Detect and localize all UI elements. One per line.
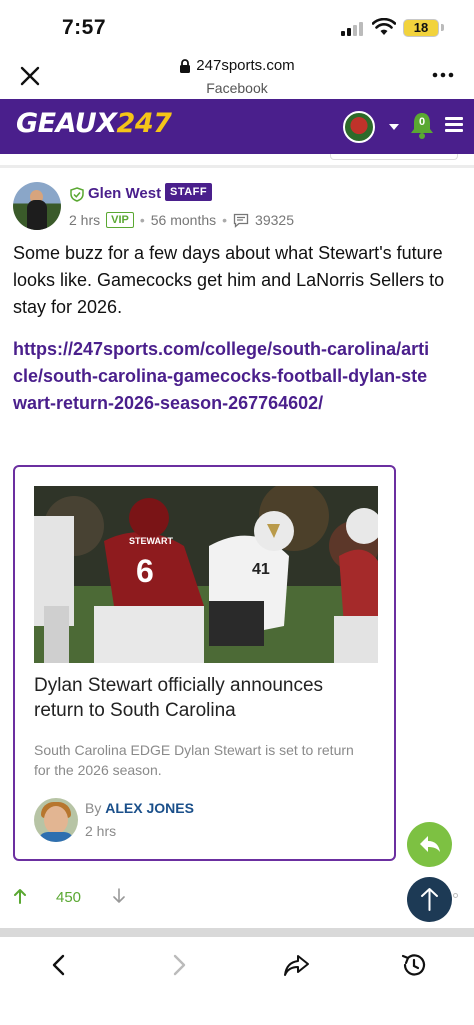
shield-icon: [70, 187, 84, 202]
status-bar: 7:57 18: [0, 0, 474, 52]
article-byline: By ALEX JONES: [85, 800, 194, 816]
browser-toolbar: [0, 937, 474, 1025]
battery-nub: [441, 24, 444, 31]
section-divider: [0, 928, 474, 937]
lock-icon: [180, 58, 191, 73]
post-link[interactable]: https://247sports.com/college/south-caro…: [13, 336, 433, 417]
article-image[interactable]: STEWART 6 41: [34, 486, 378, 663]
comment-icon: [233, 213, 249, 228]
jersey-name: STEWART: [129, 536, 174, 546]
separator-dot: •: [222, 212, 228, 228]
back-icon[interactable]: [45, 951, 73, 979]
jersey-number: 6: [136, 553, 154, 589]
forward-icon[interactable]: [165, 951, 193, 979]
downvote-icon[interactable]: [112, 888, 126, 904]
article-card[interactable]: STEWART 6 41 Dylan Stewart officially an…: [13, 465, 396, 861]
article-author[interactable]: ALEX JONES: [105, 800, 194, 816]
article-description: South Carolina EDGE Dylan Stewart is set…: [34, 742, 354, 778]
article-time: 2 hrs: [85, 823, 117, 839]
battery-level: 18: [413, 20, 429, 35]
user-avatar[interactable]: [343, 111, 375, 143]
browser-header: 247sports.com Facebook: [0, 52, 474, 99]
menu-icon[interactable]: [445, 117, 463, 133]
vip-badge: VIP: [106, 212, 134, 228]
site-logo[interactable]: GEAUX247: [16, 108, 172, 139]
url-source: Facebook: [206, 79, 268, 96]
upvote-icon[interactable]: [13, 888, 27, 904]
post-time: 2 hrs: [69, 212, 101, 228]
post-meta: 2 hrs VIP • 56 months • 39325: [69, 212, 294, 228]
share-icon[interactable]: [282, 951, 310, 979]
chevron-down-icon[interactable]: [389, 124, 399, 130]
more-options-icon[interactable]: [432, 72, 454, 78]
reply-icon: [420, 836, 440, 852]
member-tenure: 56 months: [150, 212, 217, 228]
url-domain: 247sports.com: [196, 57, 295, 74]
reply-button[interactable]: [407, 822, 452, 867]
author-avatar[interactable]: [13, 182, 61, 230]
header-dropdown-strip: [330, 154, 458, 160]
byline-prefix: By: [85, 800, 102, 816]
separator-dot: •: [139, 212, 145, 228]
post-body: Some buzz for a few days about what Stew…: [13, 243, 445, 317]
divider: [0, 165, 474, 168]
article-title[interactable]: Dylan Stewart officially announces retur…: [34, 673, 374, 723]
notification-count: 0: [418, 116, 426, 128]
battery-icon: 18: [403, 19, 439, 37]
scroll-to-top-button[interactable]: [407, 877, 452, 922]
history-icon[interactable]: [400, 951, 428, 979]
cellular-signal-icon: [341, 22, 367, 36]
arrow-up-icon: [421, 888, 438, 911]
article-author-avatar: [34, 798, 78, 842]
author-name[interactable]: Glen West: [88, 185, 161, 202]
side-indicator: [453, 893, 458, 898]
post-count: 39325: [255, 212, 294, 228]
opponent-number: 41: [252, 561, 270, 578]
status-time: 7:57: [62, 16, 107, 39]
vote-count: 450: [56, 889, 82, 906]
site-header: GEAUX247: [0, 99, 474, 154]
url-bar[interactable]: 247sports.com Facebook: [0, 57, 474, 96]
football-photo: STEWART 6 41: [34, 486, 378, 663]
staff-badge: STAFF: [165, 183, 213, 201]
wifi-icon: [372, 18, 396, 35]
